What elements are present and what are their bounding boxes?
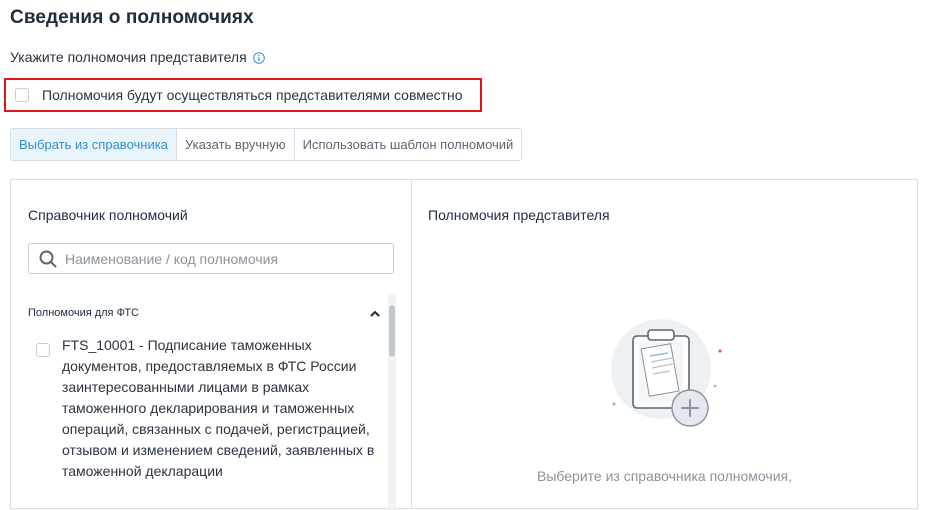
- catalog-title: Справочник полномочий: [28, 207, 188, 223]
- joint-powers-label[interactable]: Полномочия будут осуществляться представ…: [42, 87, 463, 103]
- selected-column: Полномочия представителя Выберите из спр…: [412, 180, 917, 508]
- catalog-search[interactable]: [28, 243, 394, 274]
- search-icon: [39, 250, 57, 267]
- empty-hint: Выберите из справочника полномочия,: [536, 468, 792, 484]
- joint-powers-checkbox[interactable]: [15, 88, 29, 102]
- search-input[interactable]: [63, 249, 377, 268]
- selected-title: Полномочия представителя: [428, 207, 610, 223]
- scrollbar[interactable]: [388, 295, 396, 510]
- tab-use-template[interactable]: Использовать шаблон полномочий: [293, 129, 522, 160]
- catalog-column: Справочник полномочий Полномочия для ФТС…: [11, 180, 412, 510]
- empty-document-icon: [611, 319, 722, 427]
- powers-subtitle-text: Укажите полномочия представителя: [10, 49, 247, 65]
- item-text: FTS_10001 - Подписание таможенных докуме…: [62, 337, 375, 479]
- group-label: Полномочия для ФТС: [28, 307, 139, 319]
- powers-subtitle: Укажите полномочия представителя: [10, 49, 265, 65]
- joint-powers-highlight: Полномочия будут осуществляться представ…: [4, 78, 482, 112]
- chevron-up-icon[interactable]: [370, 310, 380, 317]
- source-tabs: Выбрать из справочника Указать вручную И…: [10, 128, 523, 161]
- item-checkbox[interactable]: [36, 343, 50, 357]
- info-icon[interactable]: [252, 51, 265, 64]
- scrollbar-thumb[interactable]: [389, 305, 395, 357]
- list-item[interactable]: FTS_10001 - Подписание таможенных докуме…: [36, 335, 380, 482]
- tab-enter-manually[interactable]: Указать вручную: [175, 129, 294, 160]
- group-header[interactable]: Полномочия для ФТС: [28, 307, 380, 319]
- tab-choose-from-catalog[interactable]: Выбрать из справочника: [11, 129, 176, 160]
- page-title: Сведения о полномочиях: [10, 7, 254, 28]
- powers-panel: Справочник полномочий Полномочия для ФТС…: [10, 179, 918, 510]
